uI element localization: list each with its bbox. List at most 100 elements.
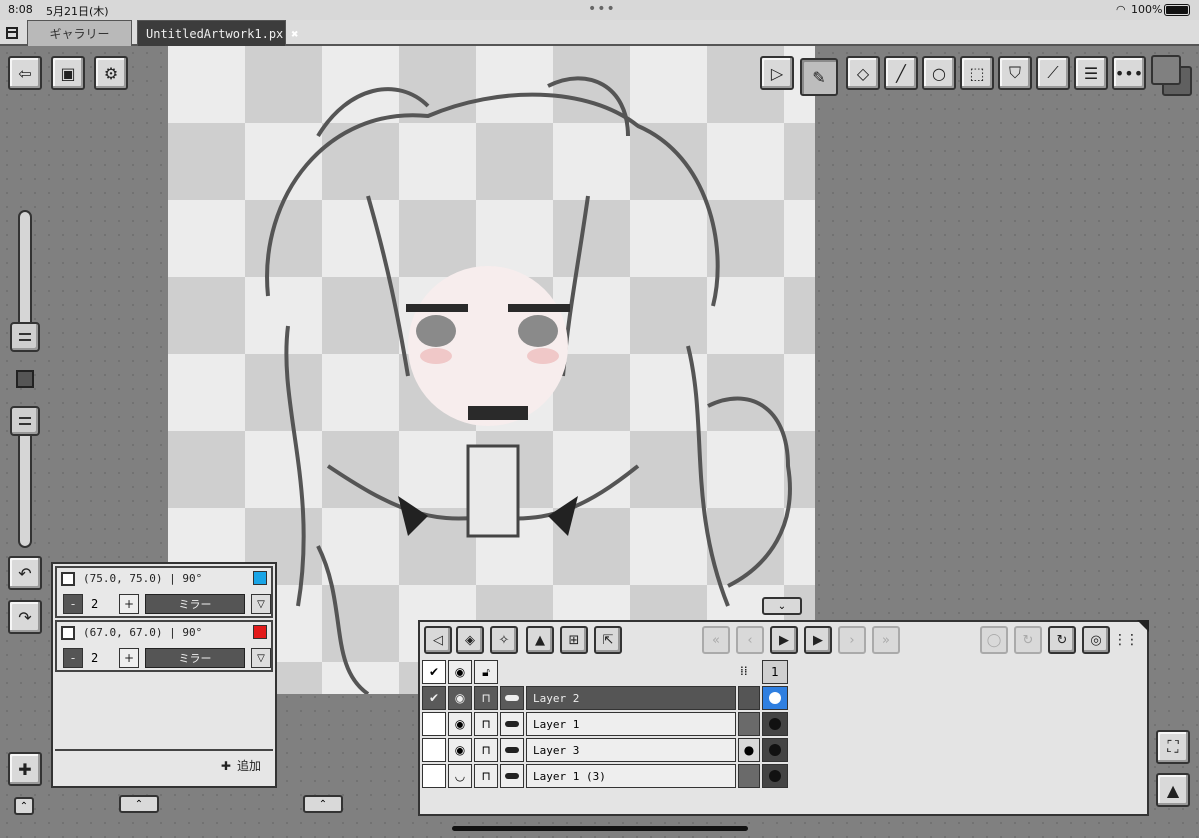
prev-frame-button[interactable]: ‹ <box>736 626 764 654</box>
primary-color-swatch[interactable] <box>1151 55 1181 85</box>
frame-number[interactable]: 1 <box>762 660 788 684</box>
play-button[interactable]: ▶ <box>770 626 798 654</box>
onion-skin-button[interactable]: ↻ <box>1048 626 1076 654</box>
multitask-dots-icon[interactable]: ••• <box>588 1 616 17</box>
eraser-tool-button[interactable]: ◇ <box>846 56 880 90</box>
layer-name[interactable]: Layer 1 <box>526 712 736 736</box>
add-layer-button[interactable]: ◈ <box>456 626 484 654</box>
mirror-add-button[interactable]: ✚ 追加 <box>221 757 261 774</box>
play-settings-button[interactable]: ▶ <box>804 626 832 654</box>
window-menu-icon[interactable] <box>6 27 18 39</box>
import-image-button[interactable]: ▲ <box>526 626 554 654</box>
circle-tool-button[interactable]: ○ <box>922 56 956 90</box>
close-tab-icon[interactable]: ✖ <box>291 27 298 41</box>
tab-gallery[interactable]: ギャラリー <box>27 20 132 46</box>
fill-tool-button[interactable]: ⛉ <box>998 56 1032 90</box>
layer-frame-cell[interactable] <box>762 686 788 710</box>
mirror-panel-expand-button[interactable]: ⌃ <box>119 795 159 813</box>
lock-icon[interactable]: ⊓ <box>474 738 498 762</box>
mirror-row-1-color[interactable] <box>253 571 267 585</box>
layer-frame-cell[interactable] <box>762 712 788 736</box>
export-layer-button[interactable]: ⇱ <box>594 626 622 654</box>
layer-tool-1-button[interactable]: ◁ <box>424 626 452 654</box>
eye-icon[interactable]: ◉ <box>448 686 472 710</box>
redo-button[interactable]: ↷ <box>8 600 42 634</box>
canvas-expand-button[interactable]: ⌃ <box>303 795 343 813</box>
layer-checkbox[interactable] <box>422 764 446 788</box>
settings-button[interactable]: ⚙ <box>94 56 128 90</box>
mirror-row-2-color[interactable] <box>253 625 267 639</box>
brush-size-thumb[interactable] <box>10 322 40 352</box>
mirror-row-2-dropdown[interactable]: ▽ <box>251 648 271 668</box>
mirror-row-2-mode[interactable]: ミラー <box>145 648 245 668</box>
layer-checkbox[interactable] <box>422 738 446 762</box>
frame-grip-icon[interactable]: ⁞⁞ <box>740 664 748 678</box>
plus-icon: ✚ <box>220 759 231 773</box>
collapse-button[interactable]: ✚ <box>8 752 42 786</box>
mirror-row-2-checkbox[interactable] <box>61 626 75 640</box>
lock-icon[interactable]: 🔓︎ <box>474 660 498 684</box>
onion-settings-icon: ◎ <box>1090 632 1102 648</box>
back-button[interactable]: ⇦ <box>8 56 42 90</box>
first-frame-button[interactable]: « <box>702 626 730 654</box>
mirror-row-1-minus-button[interactable]: - <box>63 594 83 614</box>
eyedropper-tool-button[interactable]: ⟋ <box>1036 56 1070 90</box>
more-button[interactable]: ••• <box>1112 56 1146 90</box>
merge-layer-button[interactable]: ⊞ <box>560 626 588 654</box>
adjust-button[interactable]: ☰ <box>1074 56 1108 90</box>
eye-icon[interactable]: ◉ <box>448 712 472 736</box>
image-icon: ▲ <box>1166 780 1180 800</box>
next-frame-button[interactable]: › <box>838 626 866 654</box>
eye-icon[interactable]: ◉ <box>448 660 472 684</box>
mirror-row-1-mode[interactable]: ミラー <box>145 594 245 614</box>
mirror-row-1-dropdown[interactable]: ▽ <box>251 594 271 614</box>
loop-button[interactable]: ↻ <box>1014 626 1042 654</box>
circle-icon: ○ <box>932 63 946 83</box>
export-button[interactable]: ▣ <box>51 56 85 90</box>
blend-mode-icon[interactable] <box>500 738 524 762</box>
line-tool-button[interactable]: ╱ <box>884 56 918 90</box>
layer-name[interactable]: Layer 1 (3) <box>526 764 736 788</box>
last-frame-button[interactable]: » <box>872 626 900 654</box>
layer-checkbox[interactable]: ✔ <box>422 686 446 710</box>
expand-left-button[interactable]: ⌃ <box>14 797 34 815</box>
layer-frame-cell[interactable] <box>762 764 788 788</box>
onion-skin-settings-button[interactable]: ◎ <box>1082 626 1110 654</box>
mirror-row-1-plus-button[interactable]: + <box>119 594 139 614</box>
home-indicator[interactable] <box>452 826 748 831</box>
eye-icon[interactable]: ◉ <box>448 738 472 762</box>
blend-mode-icon[interactable] <box>500 764 524 788</box>
reference-image-button[interactable]: ▲ <box>1156 773 1190 807</box>
select-all-checkbox[interactable]: ✔ <box>422 660 446 684</box>
layer-name[interactable]: Layer 2 <box>526 686 736 710</box>
layer-panel-collapse-button[interactable]: ⌄ <box>762 597 802 615</box>
blend-mode-icon[interactable] <box>500 712 524 736</box>
panel-grip-icon[interactable]: ⋮⋮ <box>1113 632 1139 648</box>
layer-checkbox[interactable] <box>422 712 446 736</box>
opacity-thumb[interactable] <box>10 406 40 436</box>
tab-artwork[interactable]: UntitledArtwork1.px ✖ <box>137 20 299 46</box>
mirror-row-1-coord: (75.0, 75.0) | 90° <box>83 572 203 585</box>
lock-icon[interactable]: ⊓ <box>474 686 498 710</box>
mirror-row-1-checkbox[interactable] <box>61 572 75 586</box>
lock-icon[interactable]: ⊓ <box>474 712 498 736</box>
lock-icon[interactable]: ⊓ <box>474 764 498 788</box>
duplicate-layer-button[interactable]: ✧ <box>490 626 518 654</box>
rect-select-tool-button[interactable]: ⬚ <box>960 56 994 90</box>
blend-mode-icon[interactable] <box>500 686 524 710</box>
status-time: 8:08 <box>8 3 33 16</box>
layer-name[interactable]: Layer 3 <box>526 738 736 762</box>
loop-off-button[interactable]: ◯ <box>980 626 1008 654</box>
double-left-icon: « <box>712 632 720 648</box>
battery-icon <box>1164 4 1190 16</box>
layer-frame-cell[interactable] <box>762 738 788 762</box>
pencil-tool-button[interactable]: ✎ <box>800 58 838 96</box>
eye-closed-icon[interactable]: ◡ <box>448 764 472 788</box>
mirror-row-2-minus-button[interactable]: - <box>63 648 83 668</box>
fit-screen-button[interactable]: ⛶ <box>1156 730 1190 764</box>
chevron-down-icon: ⌄ <box>777 600 787 612</box>
battery-percent: 100% <box>1131 3 1163 16</box>
select-tool-button[interactable]: ▷ <box>760 56 794 90</box>
mirror-row-2-plus-button[interactable]: + <box>119 648 139 668</box>
undo-button[interactable]: ↶ <box>8 556 42 590</box>
